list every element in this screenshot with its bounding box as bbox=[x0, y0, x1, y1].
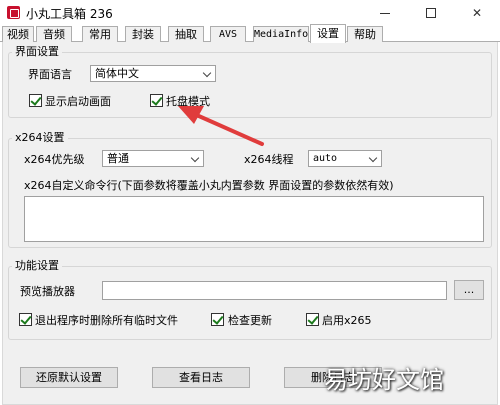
maximize-button[interactable] bbox=[408, 0, 454, 26]
tab-avs[interactable]: AVS bbox=[210, 26, 246, 42]
enable-x265-label: 启用x265 bbox=[322, 314, 372, 327]
x264-custom-cmd-label: x264自定义命令行(下面参数将覆盖小丸内置参数 界面设置的参数依然有效) bbox=[24, 179, 394, 192]
restore-defaults-button[interactable]: 还原默认设置 bbox=[20, 367, 118, 388]
tab-mux[interactable]: 封装 bbox=[125, 26, 161, 42]
function-settings-group bbox=[8, 266, 492, 340]
show-splash-label: 显示启动画面 bbox=[45, 95, 111, 108]
show-splash-checkbox[interactable] bbox=[29, 94, 42, 107]
interface-settings-title: 界面设置 bbox=[12, 45, 62, 58]
tab-settings[interactable]: 设置 bbox=[310, 24, 346, 43]
check-update-checkbox[interactable] bbox=[211, 313, 224, 326]
close-button[interactable]: ✕ bbox=[454, 0, 500, 26]
language-value: 简体中文 bbox=[95, 67, 139, 80]
tray-mode-checkbox[interactable] bbox=[150, 94, 163, 107]
minimize-button[interactable] bbox=[362, 0, 408, 26]
tab-mediainfo[interactable]: MediaInfo bbox=[253, 26, 309, 42]
enable-x265-checkbox[interactable] bbox=[306, 313, 319, 326]
window-title: 小丸工具箱 236 bbox=[26, 7, 113, 21]
title-bar: 小丸工具箱 236 ✕ bbox=[0, 0, 500, 26]
maximize-icon bbox=[426, 8, 436, 18]
minimize-icon bbox=[380, 12, 390, 14]
app-icon bbox=[7, 6, 20, 19]
chevron-down-icon bbox=[202, 68, 212, 78]
chevron-down-icon bbox=[368, 153, 378, 163]
check-update-label: 检查更新 bbox=[228, 314, 272, 327]
x264-priority-select[interactable]: 普通 bbox=[102, 150, 204, 167]
x264-priority-value: 普通 bbox=[107, 152, 129, 165]
browse-button[interactable]: ... bbox=[454, 280, 484, 300]
preview-player-input[interactable] bbox=[102, 281, 447, 300]
close-icon: ✕ bbox=[471, 6, 483, 20]
x264-threads-label: x264线程 bbox=[244, 153, 294, 166]
x264-threads-select[interactable]: auto bbox=[308, 150, 382, 167]
delete-temp-checkbox[interactable] bbox=[19, 313, 32, 326]
tab-extract[interactable]: 抽取 bbox=[168, 26, 204, 42]
tab-bar: 视频 音频 常用 封装 抽取 AVS MediaInfo 设置 帮助 bbox=[0, 24, 500, 43]
interface-settings-group bbox=[8, 52, 492, 118]
tray-mode-label: 托盘模式 bbox=[166, 95, 210, 108]
tab-common[interactable]: 常用 bbox=[82, 26, 118, 42]
chevron-down-icon bbox=[190, 153, 200, 163]
language-select[interactable]: 简体中文 bbox=[90, 65, 216, 82]
x264-custom-cmd-input[interactable] bbox=[24, 196, 484, 242]
watermark-text: 易坊好文馆 bbox=[324, 366, 444, 394]
x264-priority-label: x264优先级 bbox=[24, 153, 85, 166]
preview-player-label: 预览播放器 bbox=[20, 285, 75, 298]
view-log-button[interactable]: 查看日志 bbox=[152, 367, 250, 388]
language-label: 界面语言 bbox=[28, 68, 72, 81]
x264-settings-title: x264设置 bbox=[12, 131, 68, 144]
delete-temp-label: 退出程序时删除所有临时文件 bbox=[35, 314, 178, 327]
tab-help[interactable]: 帮助 bbox=[347, 26, 383, 42]
x264-threads-value: auto bbox=[313, 153, 338, 164]
tab-video[interactable]: 视频 bbox=[2, 26, 34, 42]
function-settings-title: 功能设置 bbox=[12, 259, 62, 272]
tab-audio[interactable]: 音频 bbox=[36, 26, 72, 42]
